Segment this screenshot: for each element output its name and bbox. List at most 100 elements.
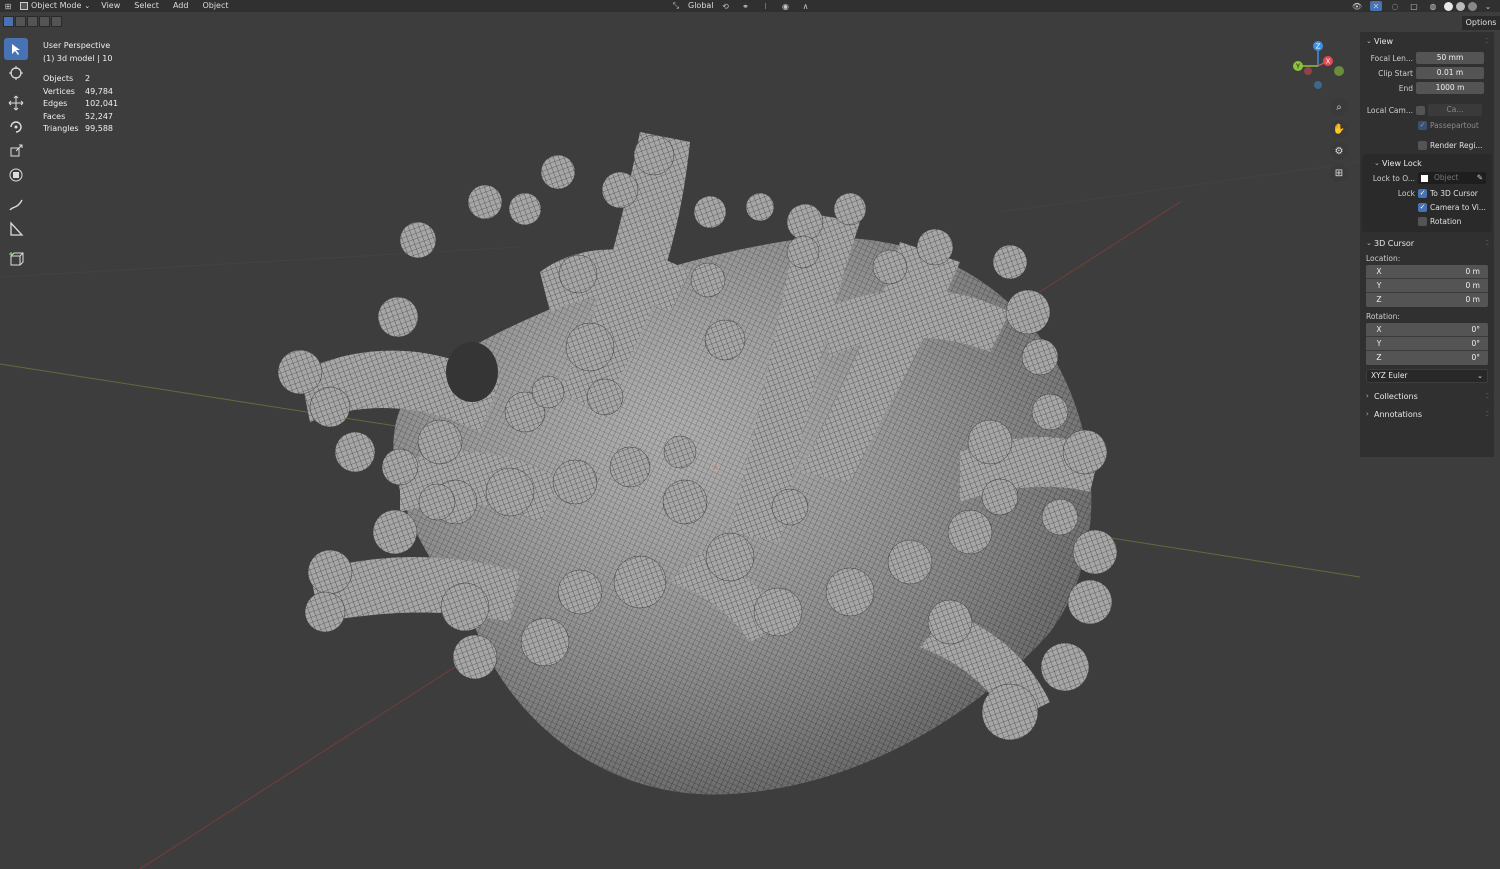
rotation-y-field[interactable]: Y 0°: [1366, 337, 1488, 351]
falloff-icon[interactable]: ∧: [800, 1, 812, 11]
gizmo-neg-x-axis: [1304, 67, 1312, 75]
camera-to-view-row[interactable]: ✓ Camera to Vi...: [1362, 200, 1492, 214]
section-title: Collections: [1374, 391, 1418, 401]
rotation-lock-row[interactable]: Rotation: [1362, 214, 1492, 228]
drag-handle-icon[interactable]: ⁚⁚: [1486, 37, 1490, 45]
axis-value: 0°: [1471, 339, 1480, 348]
axis-label: Z: [1376, 353, 1382, 362]
3d-viewport[interactable]: [0, 12, 1360, 869]
axis-value: 0°: [1471, 325, 1480, 334]
visibility-icon[interactable]: 👁: [1351, 1, 1363, 11]
select-subtract-icon[interactable]: [27, 16, 38, 27]
annotations-section-header[interactable]: › Annotations ⁚⁚: [1360, 405, 1494, 423]
proportional-edit-icon[interactable]: ◉: [780, 1, 792, 11]
stat-triangles: Triangles 99,588: [43, 123, 118, 136]
rendered-shading-icon[interactable]: [1468, 1, 1477, 11]
cursor-tool[interactable]: [4, 62, 28, 84]
view-lock-header[interactable]: ⌄ View Lock: [1362, 156, 1492, 170]
options-button[interactable]: Options: [1462, 16, 1500, 30]
zoom-icon[interactable]: ⌕: [1330, 98, 1348, 116]
axis-label: X: [1376, 325, 1382, 334]
render-region-checkbox[interactable]: [1418, 140, 1427, 150]
pan-hand-icon[interactable]: ✋: [1330, 120, 1348, 138]
gizmo-toggle-icon[interactable]: ✕: [1370, 1, 1382, 11]
gizmo-neg-y-axis: [1334, 66, 1344, 76]
menu-object[interactable]: Object: [195, 0, 235, 12]
view-section-header[interactable]: ⌄ View ⁚⁚: [1360, 32, 1494, 50]
menu-add[interactable]: Add: [166, 0, 196, 12]
select-intersect-icon[interactable]: [51, 16, 62, 27]
rotation-lock-checkbox[interactable]: [1418, 216, 1427, 226]
perspective-toggle-icon[interactable]: ⊞: [1330, 164, 1348, 182]
material-shading-icon[interactable]: [1456, 1, 1465, 11]
navigation-gizmo[interactable]: Z X Y: [1288, 38, 1348, 98]
select-extend-icon[interactable]: [15, 16, 26, 27]
clip-end-field[interactable]: 1000 m: [1416, 82, 1484, 94]
pivot-point-icon[interactable]: ⟲: [720, 1, 732, 11]
local-camera-field[interactable]: Ca...: [1428, 104, 1482, 116]
add-cube-tool[interactable]: [4, 248, 28, 270]
stat-label: Triangles: [43, 124, 79, 133]
axis-value: 0°: [1471, 353, 1480, 362]
camera-to-view-checkbox[interactable]: ✓: [1418, 202, 1427, 212]
move-tool[interactable]: [4, 92, 28, 114]
rotate-tool[interactable]: [4, 116, 28, 138]
measure-tool[interactable]: [4, 218, 28, 240]
drag-handle-icon[interactable]: ⁚⁚: [1486, 239, 1490, 247]
rotation-mode-dropdown[interactable]: XYZ Euler ⌄: [1366, 369, 1488, 383]
wireframe-shading-icon[interactable]: ◍: [1427, 1, 1439, 11]
solid-shading-icon[interactable]: [1444, 1, 1453, 11]
clip-start-field[interactable]: 0.01 m: [1416, 67, 1484, 79]
render-region-row[interactable]: Render Regi...: [1360, 138, 1494, 152]
stat-label: Objects: [43, 74, 74, 83]
chevron-down-icon: ⌄: [1477, 372, 1483, 380]
object-mode-icon: [20, 2, 28, 10]
view-name: User Perspective: [43, 41, 111, 50]
transform-tool[interactable]: [4, 164, 28, 186]
rotation-x-field[interactable]: X 0°: [1366, 323, 1488, 337]
location-z-field[interactable]: Z 0 m: [1366, 293, 1488, 307]
select-box-tool[interactable]: [4, 38, 28, 60]
passepartout-row[interactable]: ✓ Passepartout: [1360, 118, 1494, 132]
scale-tool[interactable]: [4, 140, 28, 162]
local-camera-checkbox[interactable]: [1416, 105, 1425, 115]
snap-icon[interactable]: ⚭: [740, 1, 752, 11]
3d-cursor-section-header[interactable]: ⌄ 3D Cursor ⁚⁚: [1360, 234, 1494, 252]
select-new-icon[interactable]: [3, 16, 14, 27]
location-x-field[interactable]: X 0 m: [1366, 265, 1488, 279]
select-difference-icon[interactable]: [39, 16, 50, 27]
cursor-arrow-icon: [12, 44, 20, 55]
eyedropper-icon[interactable]: ✎: [1477, 172, 1483, 184]
menu-view[interactable]: View: [94, 0, 127, 12]
xray-icon[interactable]: ▢: [1408, 1, 1420, 11]
lock-to-cursor-row[interactable]: Lock ✓ To 3D Cursor: [1362, 186, 1492, 200]
annotate-tool[interactable]: [4, 194, 28, 216]
cursor-location-vector: X 0 m Y 0 m Z 0 m: [1366, 265, 1488, 307]
gizmo-y-label: Y: [1295, 63, 1301, 71]
shading-options-icon[interactable]: ⌄: [1482, 1, 1494, 11]
collections-section-header[interactable]: › Collections ⁚⁚: [1360, 387, 1494, 405]
lock-to-object-field[interactable]: Object ✎: [1418, 172, 1486, 184]
drag-handle-icon[interactable]: ⁚⁚: [1486, 410, 1490, 418]
overlay-toggle-icon[interactable]: ◌: [1389, 1, 1401, 11]
stat-label: Edges: [43, 99, 68, 108]
axis-label: Y: [1376, 281, 1382, 290]
prop-label: End: [1398, 83, 1413, 93]
mode-selector[interactable]: Object Mode ⌄: [16, 0, 94, 12]
sidebar-n-panel: ⌄ View ⁚⁚ Focal Len... 50 mm Clip Start …: [1360, 32, 1494, 457]
snap-target-icon[interactable]: ⁝: [760, 1, 772, 11]
checkbox-label: To 3D Cursor: [1430, 188, 1478, 198]
location-y-field[interactable]: Y 0 m: [1366, 279, 1488, 293]
viewport-overlay-stats: User Perspective (1) 3d model | 10 Objec…: [43, 40, 118, 136]
rotation-z-field[interactable]: Z 0°: [1366, 351, 1488, 365]
orientation-dropdown[interactable]: Global: [688, 0, 714, 12]
to-3d-cursor-checkbox[interactable]: ✓: [1418, 188, 1427, 198]
camera-view-icon[interactable]: ⚙: [1330, 142, 1348, 160]
editor-type-icon[interactable]: ⊞: [2, 1, 14, 11]
lock-to-object-row: Lock to O... Object ✎: [1362, 171, 1492, 185]
passepartout-checkbox[interactable]: ✓: [1418, 120, 1427, 130]
menu-select[interactable]: Select: [127, 0, 166, 12]
focal-length-field[interactable]: 50 mm: [1416, 52, 1484, 64]
add-cube-icon: [9, 252, 24, 266]
drag-handle-icon[interactable]: ⁚⁚: [1486, 392, 1490, 400]
